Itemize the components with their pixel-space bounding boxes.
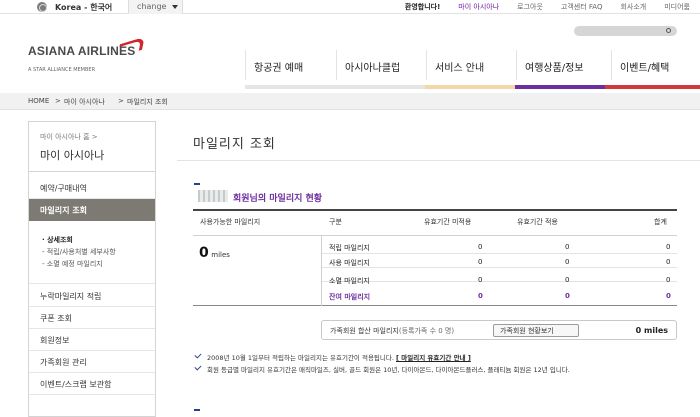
sidebar-submenu: · 상세조회 - 적립/사용처별 세부사항 - 소멸 예정 마일리지 xyxy=(29,229,155,284)
breadcrumb-home[interactable]: HOME xyxy=(28,97,49,105)
row-earned-total: 0 xyxy=(666,243,671,251)
search-icon[interactable] xyxy=(666,28,671,33)
sidebar-home-link[interactable]: 마이 아시아나 홈 > xyxy=(40,132,98,142)
available-mileage-unit: miles xyxy=(211,251,230,259)
family-mileage-box: 가족회원 합산 마일리지(등록가족 수 0 명) 가족회원 현황보기 0 mil… xyxy=(321,320,677,340)
nav-item-event[interactable]: 이벤트/혜택 xyxy=(611,50,700,80)
globe-icon xyxy=(37,2,47,12)
row-remaining-total: 0 xyxy=(666,292,671,300)
link-my-asiana[interactable]: 마이 아시아나 xyxy=(458,2,499,12)
sidebar-item-member-info[interactable]: 회원정보 xyxy=(29,329,155,351)
global-nav: 항공권 예매 아시아나클럽 서비스 안내 여행상품/정보 이벤트/혜택 xyxy=(0,50,700,89)
note-text: 회원 등급별 마일리지 유효기간은 매직마일즈, 실버, 골드 회원은 10년,… xyxy=(207,366,570,374)
link-faq[interactable]: 고객센터 FAQ xyxy=(561,2,603,12)
breadcrumb-current: 마일리지 조회 xyxy=(127,98,168,106)
available-mileage-value: 0 xyxy=(199,245,209,261)
col-header-available: 사용가능한 마일리지 xyxy=(200,218,261,226)
col-header-type: 구분 xyxy=(329,218,342,226)
check-icon xyxy=(194,351,202,359)
family-mileage-value: 0 miles xyxy=(635,326,668,335)
row-remaining-expiry: 0 xyxy=(565,292,570,300)
note-item: 2008년 10월 1일부터 적립하는 마일리지는 유효기간이 적용됩니다. [… xyxy=(193,351,700,362)
sidebar-item-missing-mileage[interactable]: 누락마일리지 적립 xyxy=(29,285,155,307)
breadcrumb: HOME > 마이 아시아나 > 마일리지 조회 xyxy=(0,93,700,110)
search-input[interactable] xyxy=(574,26,677,36)
col-header-no-expiry: 유효기간 미적용 xyxy=(424,218,472,226)
col-header-expiry: 유효기간 적용 xyxy=(517,218,558,226)
welcome-text: 환영합니다! xyxy=(404,3,441,11)
sidebar-sub-usage[interactable]: - 적립/사용처별 세부사항 xyxy=(42,247,116,257)
member-name-redacted xyxy=(198,190,228,202)
link-logout[interactable]: 로그아웃 xyxy=(517,2,543,12)
change-label: change xyxy=(137,2,167,11)
sidebar-title: 마이 아시아나 xyxy=(40,149,105,162)
nav-item-club[interactable]: 아시아나클럽 xyxy=(336,50,426,80)
sidebar-item-mileage[interactable]: 마일리지 조회 xyxy=(29,199,155,221)
sidebar-header: 마이 아시아나 홈 > 마이 아시아나 xyxy=(29,122,155,172)
breadcrumb-sep: > xyxy=(55,97,61,105)
mileage-validity-link[interactable]: [ 마일리지 유효기간 안내 ] xyxy=(396,354,471,362)
sidebar: 마이 아시아나 홈 > 마이 아시아나 예약/구매내역 마일리지 조회 · 상세… xyxy=(28,121,156,417)
nav-item-travel[interactable]: 여행상품/정보 xyxy=(516,50,611,80)
bullet-icon xyxy=(194,183,200,185)
change-country-button[interactable]: change xyxy=(128,0,183,14)
sidebar-item-coupon[interactable]: 쿠폰 조회 xyxy=(29,307,155,329)
table-row xyxy=(322,268,677,282)
section-title: 회원님의 마일리지 현황 xyxy=(233,194,323,204)
sidebar-sub-expiring[interactable]: - 소멸 예정 마일리지 xyxy=(42,259,103,269)
caret-down-icon xyxy=(172,5,178,9)
nav-item-service[interactable]: 서비스 안내 xyxy=(426,50,516,80)
nav-item-booking[interactable]: 항공권 예매 xyxy=(245,50,336,80)
family-count-text: (등록가족 수 0 명) xyxy=(398,327,455,335)
row-label-earned: 적립 마일리지 xyxy=(329,244,370,252)
sidebar-item-scrap[interactable]: 이벤트/스크랩 보관함 xyxy=(29,373,155,395)
family-status-button[interactable]: 가족회원 현황보기 xyxy=(493,324,579,337)
row-earned-expiry: 0 xyxy=(565,243,570,251)
table-row xyxy=(322,254,677,268)
top-links: 환영합니다! 마이 아시아나 로그아웃 고객센터 FAQ 회사소개 미디어룸 xyxy=(387,2,690,12)
country-label: Korea - 한국어 xyxy=(55,3,113,12)
row-expired-total: 0 xyxy=(666,276,671,284)
row-remaining-no-expiry: 0 xyxy=(478,292,483,300)
page-title: 마일리지 조회 xyxy=(193,137,276,152)
top-utility-bar: Korea - 한국어 change 환영합니다! 마이 아시아나 로그아웃 고… xyxy=(0,0,700,14)
sidebar-sub-detail[interactable]: · 상세조회 xyxy=(42,235,73,245)
bullet-icon xyxy=(194,409,200,411)
row-earned-no-expiry: 0 xyxy=(478,243,483,251)
row-used-total: 0 xyxy=(666,258,671,266)
title-divider xyxy=(177,160,700,161)
table-row xyxy=(322,240,677,254)
check-icon xyxy=(194,363,202,371)
row-expired-expiry: 0 xyxy=(565,276,570,284)
row-used-no-expiry: 0 xyxy=(478,258,483,266)
row-used-expiry: 0 xyxy=(565,258,570,266)
sidebar-item-reservations[interactable]: 예약/구매내역 xyxy=(29,177,155,199)
row-label-expired: 소멸 마일리지 xyxy=(329,277,370,285)
available-mileage: 0 miles xyxy=(199,245,230,261)
breadcrumb-sep: > xyxy=(118,97,124,105)
sidebar-item-family[interactable]: 가족회원 관리 xyxy=(29,351,155,373)
row-label-used: 사용 마일리지 xyxy=(329,259,370,267)
note-item: 회원 등급별 마일리지 유효기간은 매직마일즈, 실버, 골드 회원은 10년,… xyxy=(193,363,700,374)
row-expired-no-expiry: 0 xyxy=(478,276,483,284)
nav-color-bar xyxy=(245,85,700,89)
note-text: 2008년 10월 1일부터 적립하는 마일리지는 유효기간이 적용됩니다. xyxy=(207,354,394,362)
link-media[interactable]: 미디어룸 xyxy=(664,2,690,12)
col-header-total: 합계 xyxy=(654,218,667,226)
row-label-remaining: 잔여 마일리지 xyxy=(329,293,371,301)
family-label-text: 가족회원 합산 마일리지 xyxy=(330,327,399,335)
breadcrumb-my-asiana[interactable]: 마이 아시아나 xyxy=(64,97,105,107)
table-header-divider xyxy=(193,235,677,236)
link-company[interactable]: 회사소개 xyxy=(620,2,646,12)
family-mileage-label: 가족회원 합산 마일리지(등록가족 수 0 명) xyxy=(330,326,454,336)
